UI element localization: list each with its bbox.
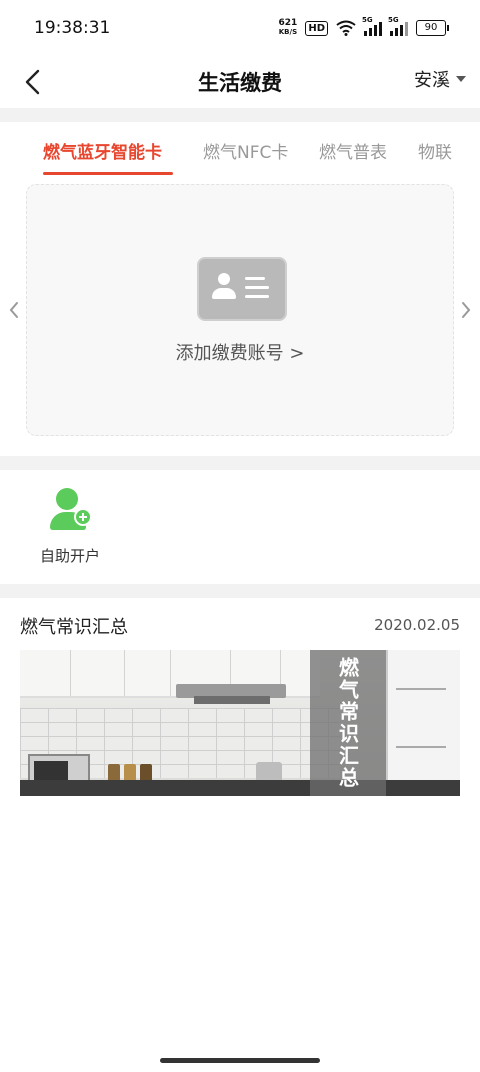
- hd-icon: HD: [305, 20, 328, 36]
- carousel-prev-button[interactable]: [4, 296, 24, 324]
- carousel-next-button[interactable]: [456, 296, 476, 324]
- tab-iot[interactable]: 物联: [418, 138, 452, 163]
- back-arrow-icon: [25, 69, 40, 95]
- app-header: 生活缴费 安溪: [0, 56, 480, 108]
- section-divider: [0, 584, 480, 598]
- banner-caption: 燃气常识汇总: [310, 650, 386, 796]
- sim1-network-label: 5G: [362, 16, 373, 24]
- tab-nfc-card[interactable]: 燃气NFC卡: [203, 138, 288, 163]
- status-bar: 19:38:31 621 KB/S HD 5G 5G 90: [0, 0, 480, 56]
- news-banner-image[interactable]: 燃气常识汇总: [20, 650, 460, 796]
- status-icons: 621 KB/S HD 5G 5G 90: [279, 16, 449, 37]
- chevron-down-icon: [456, 76, 466, 82]
- city-selector[interactable]: 安溪: [414, 66, 466, 92]
- tab-bluetooth-card[interactable]: 燃气蓝牙智能卡: [43, 138, 162, 163]
- banner-caption-text: 燃气常识汇总: [335, 657, 360, 789]
- signal-icon-sim2: 5G: [388, 16, 408, 36]
- tab-regular-meter[interactable]: 燃气普表: [319, 138, 387, 163]
- status-time: 19:38:31: [34, 18, 111, 38]
- back-button[interactable]: [14, 62, 50, 102]
- page-title: 生活缴费: [198, 71, 282, 95]
- city-label: 安溪: [414, 70, 450, 91]
- id-card-icon: [197, 257, 287, 321]
- chevron-left-icon: [9, 302, 18, 318]
- home-indicator[interactable]: [160, 1058, 320, 1063]
- network-speed: 621 KB/S: [279, 19, 298, 37]
- section-divider: [0, 108, 480, 122]
- signal-icon-sim1: 5G: [362, 16, 382, 36]
- section-divider: [0, 456, 480, 470]
- news-date: 2020.02.05: [374, 616, 460, 634]
- add-account-card[interactable]: 添加缴费账号 >: [26, 184, 454, 436]
- battery-icon: 90: [416, 20, 449, 36]
- network-speed-unit: KB/S: [278, 28, 298, 36]
- card-type-tabs: 燃气蓝牙智能卡 燃气NFC卡 燃气普表 物联: [0, 124, 480, 178]
- sim2-network-label: 5G: [388, 16, 399, 24]
- add-account-label: 添加缴费账号 >: [175, 343, 305, 364]
- network-speed-value: 621: [278, 18, 298, 28]
- self-open-account-label: 自助开户: [39, 547, 100, 565]
- chevron-right-icon: [462, 302, 471, 318]
- news-title[interactable]: 燃气常识汇总: [20, 613, 128, 639]
- wifi-icon: [336, 20, 356, 36]
- active-tab-indicator: [43, 172, 173, 175]
- add-user-icon: [50, 488, 92, 532]
- self-open-account-button[interactable]: 自助开户: [30, 488, 110, 566]
